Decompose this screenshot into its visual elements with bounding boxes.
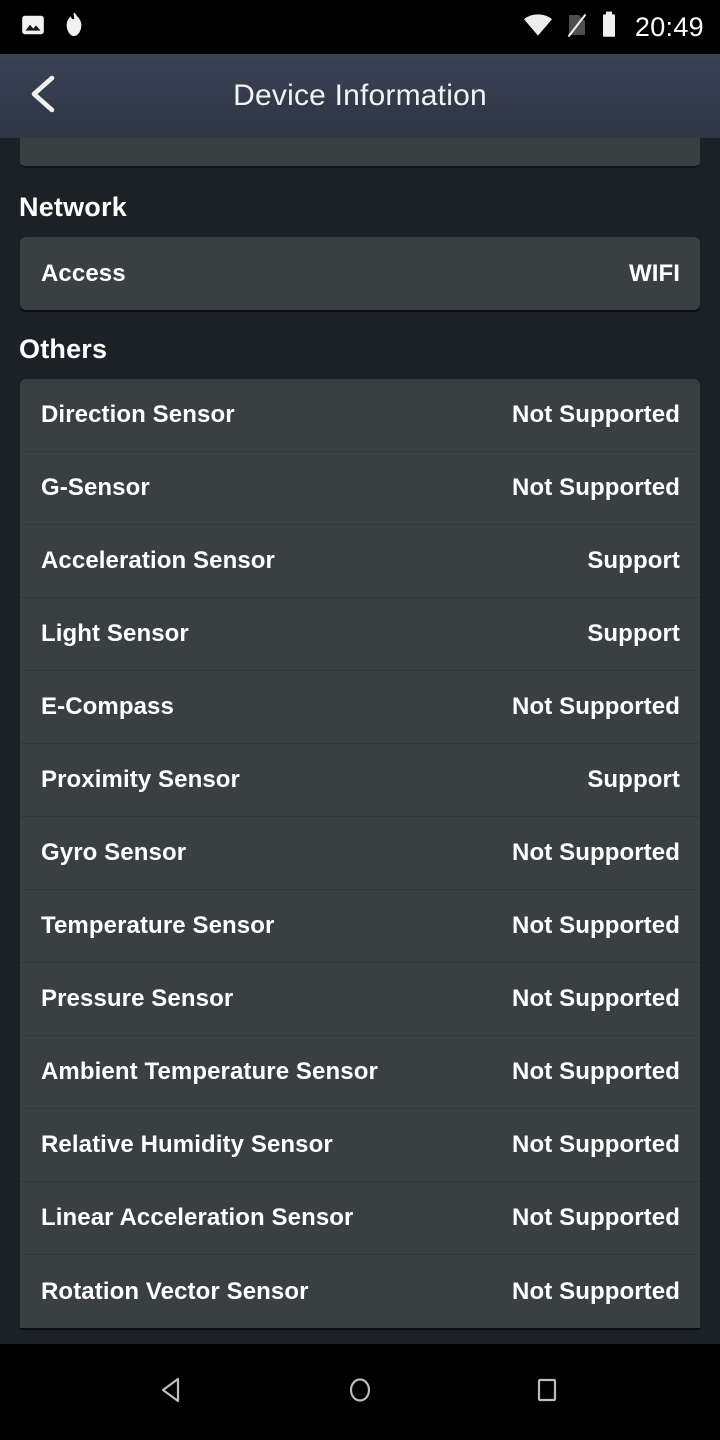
- row-value: Not Supported: [512, 839, 680, 866]
- settings-card: Access WIFI: [20, 237, 700, 310]
- page-title: Device Information: [233, 79, 487, 112]
- status-bar-right-icons: 20:49: [523, 11, 704, 43]
- settings-sections: Network Access WIFI Others Direction Sensor N…: [0, 168, 720, 1328]
- row-label: Temperature Sensor: [41, 912, 275, 939]
- table-row[interactable]: Gyro Sensor Not Supported: [20, 817, 700, 890]
- row-label: Pressure Sensor: [41, 985, 234, 1012]
- table-row[interactable]: G-Sensor Not Supported: [20, 452, 700, 525]
- table-row[interactable]: Temperature Sensor Not Supported: [20, 890, 700, 963]
- row-value: Not Supported: [512, 474, 680, 501]
- home-nav-button[interactable]: [315, 1344, 405, 1440]
- square-recents-icon: [531, 1374, 563, 1411]
- table-row[interactable]: Rotation Vector Sensor Not Supported: [20, 1255, 700, 1328]
- row-value: Support: [587, 547, 680, 574]
- row-label: Direction Sensor: [41, 401, 235, 428]
- back-button[interactable]: [8, 54, 80, 138]
- row-label: Light Sensor: [41, 620, 189, 647]
- row-label: E-Compass: [41, 693, 174, 720]
- table-row[interactable]: Access WIFI: [20, 237, 700, 310]
- recents-nav-button[interactable]: [502, 1344, 592, 1440]
- no-sim-icon: [566, 12, 588, 43]
- status-bar-left-icons: [20, 11, 86, 43]
- status-bar-clock: 20:49: [634, 11, 704, 42]
- row-label: Rotation Vector Sensor: [41, 1277, 309, 1305]
- row-label: Ambient Temperature Sensor: [41, 1058, 378, 1085]
- row-value: Not Supported: [512, 1131, 680, 1158]
- app-bar: Device Information: [0, 54, 720, 138]
- flame-icon: [62, 11, 86, 43]
- section-title: Network: [19, 192, 127, 222]
- row-label: Linear Acceleration Sensor: [41, 1204, 354, 1231]
- table-row[interactable]: Linear Acceleration Sensor Not Supported: [20, 1182, 700, 1255]
- table-row[interactable]: Ambient Temperature Sensor Not Supported: [20, 1036, 700, 1109]
- image-icon: [20, 12, 46, 43]
- row-value: WIFI: [628, 259, 680, 287]
- table-row[interactable]: Relative Humidity Sensor Not Supported: [20, 1109, 700, 1182]
- row-value: Not Supported: [512, 1204, 680, 1231]
- row-value: Not Supported: [512, 985, 680, 1012]
- table-row[interactable]: E-Compass Not Supported: [20, 671, 700, 744]
- row-label: Proximity Sensor: [41, 766, 241, 793]
- row-value: Not Supported: [512, 1277, 680, 1305]
- triangle-back-icon: [157, 1374, 189, 1411]
- row-label: Relative Humidity Sensor: [41, 1131, 333, 1158]
- circle-home-icon: [344, 1374, 376, 1411]
- android-navigation-bar: [0, 1344, 720, 1440]
- row-label: Acceleration Sensor: [41, 547, 275, 574]
- row-value: Not Supported: [512, 1058, 680, 1085]
- row-label: Access: [41, 259, 126, 287]
- settings-card: Direction Sensor Not Supported G-Sensor Not…: [20, 379, 700, 1328]
- row-value: Support: [587, 620, 680, 647]
- row-label: G-Sensor: [41, 474, 150, 501]
- chevron-left-icon: [24, 71, 64, 122]
- row-value: Not Supported: [512, 912, 680, 939]
- row-value: Not Supported: [512, 401, 680, 428]
- table-row[interactable]: Direction Sensor Not Supported: [20, 379, 700, 452]
- clipped-previous-row[interactable]: Yes: [20, 138, 700, 168]
- clipped-row-value: Yes: [633, 138, 678, 143]
- table-row[interactable]: Pressure Sensor Not Supported: [20, 963, 700, 1036]
- settings-scroll-container[interactable]: Yes Network Access WIFI Others Direction Sen…: [0, 138, 720, 1344]
- table-row[interactable]: Acceleration Sensor Support: [20, 525, 700, 598]
- table-row[interactable]: Proximity Sensor Support: [20, 744, 700, 817]
- table-row[interactable]: Light Sensor Support: [20, 598, 700, 671]
- row-value: Not Supported: [512, 693, 680, 720]
- wifi-icon: [523, 13, 553, 42]
- device-information-screen: 20:49 Device Information Yes Network Acce…: [0, 0, 720, 1440]
- back-nav-button[interactable]: [128, 1344, 218, 1440]
- row-label: Gyro Sensor: [41, 839, 187, 866]
- section-title: Others: [19, 334, 108, 364]
- row-value: Support: [587, 766, 680, 793]
- battery-icon: [601, 11, 617, 43]
- status-bar: 20:49: [0, 0, 720, 54]
